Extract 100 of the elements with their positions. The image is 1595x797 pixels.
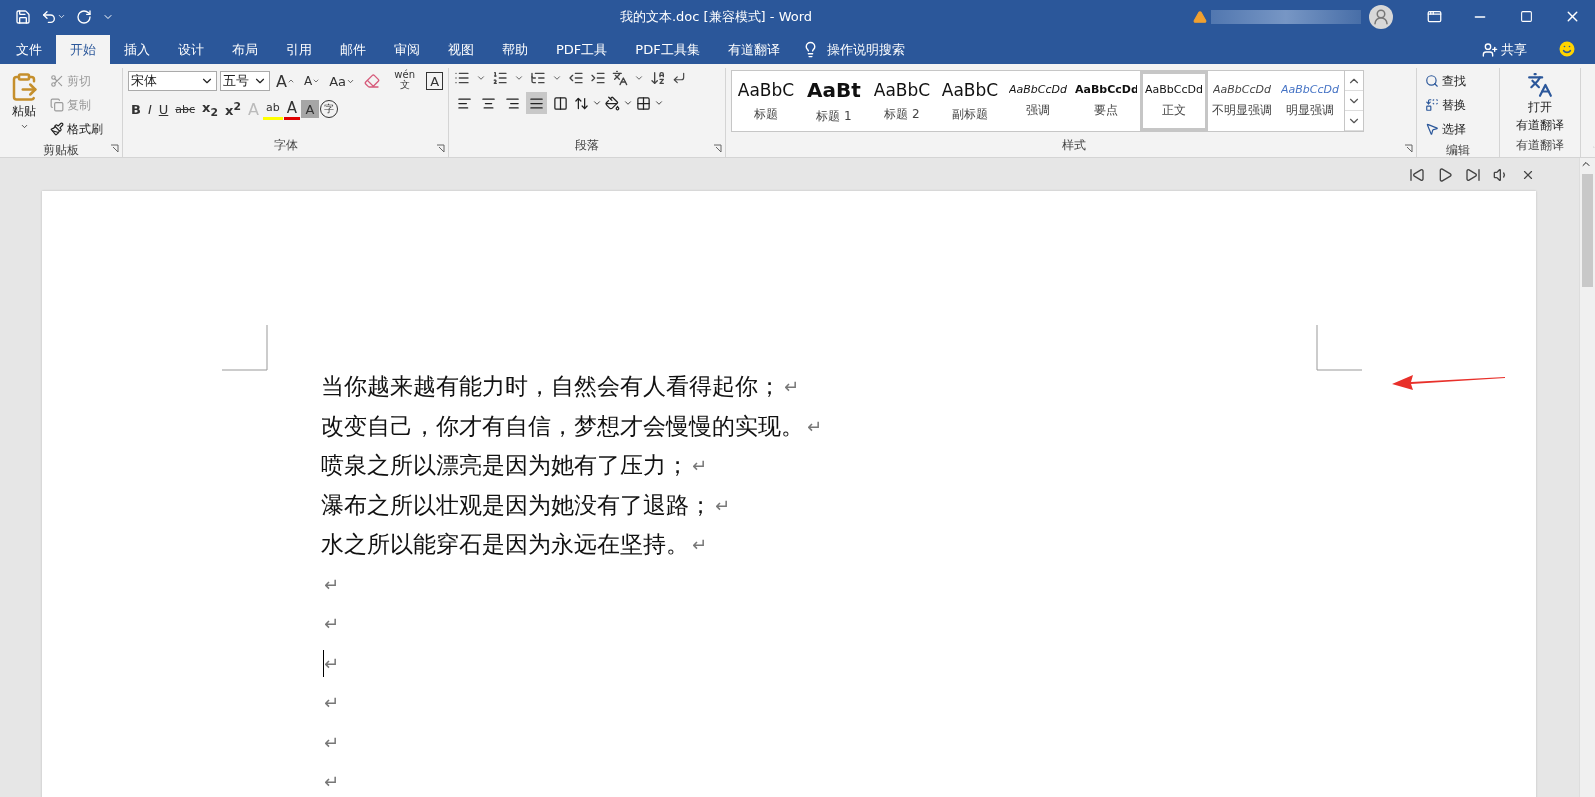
smiley-icon[interactable] [1557,39,1577,59]
line-spacing-icon[interactable] [574,95,589,111]
paragraph-mark: ↵ [323,612,340,637]
phonetic-button[interactable]: wén 文 [386,70,424,92]
ribbon-tab[interactable]: 布局 [218,35,272,64]
avatar-icon[interactable] [1369,4,1393,29]
align-left-icon [457,95,472,111]
decrease-indent-icon[interactable] [568,70,584,86]
bullets-icon[interactable] [454,70,470,86]
select-button[interactable]: 选择 [1422,118,1469,140]
person-add-icon [1482,41,1498,58]
painter-button[interactable]: 格式刷 [47,118,106,140]
grow-button[interactable]: A [273,70,298,92]
dialog-launcher-icon[interactable] [1404,144,1413,153]
next-icon[interactable] [1465,166,1481,183]
group-label: 有道翻译 [1516,137,1564,155]
ribbon-tab[interactable]: 插入 [110,35,164,64]
warning-icon [1193,9,1207,24]
font-size-field[interactable]: 五号 [219,71,271,91]
paragraph-mark: ↵ [783,375,800,400]
ribbon-tab[interactable]: 引用 [272,35,326,64]
share-button[interactable]: 共享 [1472,35,1537,64]
select-icon [1425,122,1439,136]
dropdown-caret-icon[interactable] [623,98,633,108]
window-title: 我的文本.doc [兼容模式] - Word [618,7,814,26]
paragraph-text: 水之所以能穿石是因为永远在坚持。 [321,530,689,560]
shading-icon[interactable] [605,95,620,111]
ribbon-tab[interactable]: 帮助 [488,35,542,64]
down-caret-icon [312,77,321,85]
highlight-button[interactable]: ab [262,98,283,120]
paragraph-text: 瀑布之所以壮观是因为她没有了退路； [321,490,712,520]
ribbon-tab[interactable]: 视图 [434,35,488,64]
multilevel-list-icon[interactable] [530,70,546,86]
paragraph-text: 改变自己，你才有自信，梦想才会慢慢的实现。 [321,411,804,441]
ribbon-tab[interactable]: 邮件 [326,35,380,64]
show-marks-icon[interactable] [672,71,686,85]
ribbon-tab[interactable]: 文件 [2,35,56,64]
group-label: 字体 [273,137,298,154]
dropdown-caret-icon[interactable] [592,98,602,108]
borders-icon[interactable] [636,95,651,111]
scrollbar-thumb[interactable] [1582,174,1593,287]
align-distributed-icon [553,95,568,111]
copy-icon [50,98,64,112]
ribbon-tab[interactable]: PDF工具集 [621,35,714,64]
dropdown-caret-icon[interactable] [634,73,644,83]
find-icon [1425,74,1439,88]
sort-icon[interactable] [650,70,666,86]
border-button[interactable]: A [426,72,443,90]
italic-button[interactable]: I [144,98,155,120]
replace-button[interactable]: 替换 [1422,94,1469,116]
group-label: 剪贴板 [43,142,79,159]
shading-button[interactable]: A [300,100,319,118]
increase-indent-icon[interactable] [590,70,606,86]
style-item[interactable]: AaBbCcDd 正文 [1140,71,1208,131]
ribbon-tab[interactable]: 开始 [56,35,110,64]
dropdown-caret-icon[interactable] [552,73,562,83]
open-youdao-button[interactable]: 打开 有道翻译 [1512,70,1568,136]
align-center-icon [481,95,496,111]
strike-button[interactable]: abc [172,98,199,120]
translate-icon [1527,72,1553,98]
paragraph-mark: ↵ [323,649,340,677]
tell-me-search[interactable]: 操作说明搜索 [818,35,913,64]
dropdown-caret-icon[interactable] [476,73,486,83]
shrink-button[interactable]: A [301,70,324,92]
dropdown-caret-icon[interactable] [514,73,524,83]
ribbon-tab[interactable]: 设计 [164,35,218,64]
text-direction-icon[interactable] [612,70,628,86]
margin-corner-mark [1316,325,1362,371]
align-justify-icon [529,95,544,111]
dialog-launcher-icon[interactable] [110,144,119,153]
paragraph-mark: ↵ [323,770,340,795]
paragraph-mark: ↵ [806,414,823,439]
group-label: 段落 [575,137,599,154]
numbering-icon[interactable] [492,70,508,86]
painter-icon [50,122,64,136]
group-label: 样式 [1061,137,1086,154]
dialog-launcher-icon[interactable] [713,144,722,153]
sup-button[interactable]: x$^{2}$ [222,98,244,120]
play-icon[interactable] [1437,166,1453,183]
margin-corner-mark [222,325,268,371]
case-button[interactable]: Aa [326,70,359,92]
bold-button[interactable]: B [128,98,144,120]
dropdown-caret-icon[interactable] [654,98,664,108]
previous-icon[interactable] [1409,166,1425,183]
vertical-scrollbar[interactable] [1579,158,1595,797]
eraser-icon [364,73,381,89]
paragraph-mark: ↵ [323,691,340,716]
underline-button[interactable]: U [155,98,172,120]
paragraph-text: 当你越来越有能力时，自然会有人看得起你； [321,372,781,402]
paragraph-text: 喷泉之所以漂亮是因为她有了压力； [321,451,689,481]
align-justify-button[interactable] [526,92,547,114]
ribbon-tab[interactable]: 审阅 [380,35,434,64]
sub-button[interactable]: x$_{2}$ [199,98,221,120]
find-button[interactable]: 查找 [1422,70,1469,92]
dialog-launcher-icon[interactable] [436,144,445,153]
ribbon-tab[interactable]: 有道翻译 [713,35,794,64]
ribbon-tab[interactable]: PDF工具 [542,35,622,64]
font-name-field[interactable]: 宋体 [128,71,217,91]
paste-button[interactable]: 粘贴 [5,70,43,140]
paragraph-mark: ↵ [691,454,708,479]
